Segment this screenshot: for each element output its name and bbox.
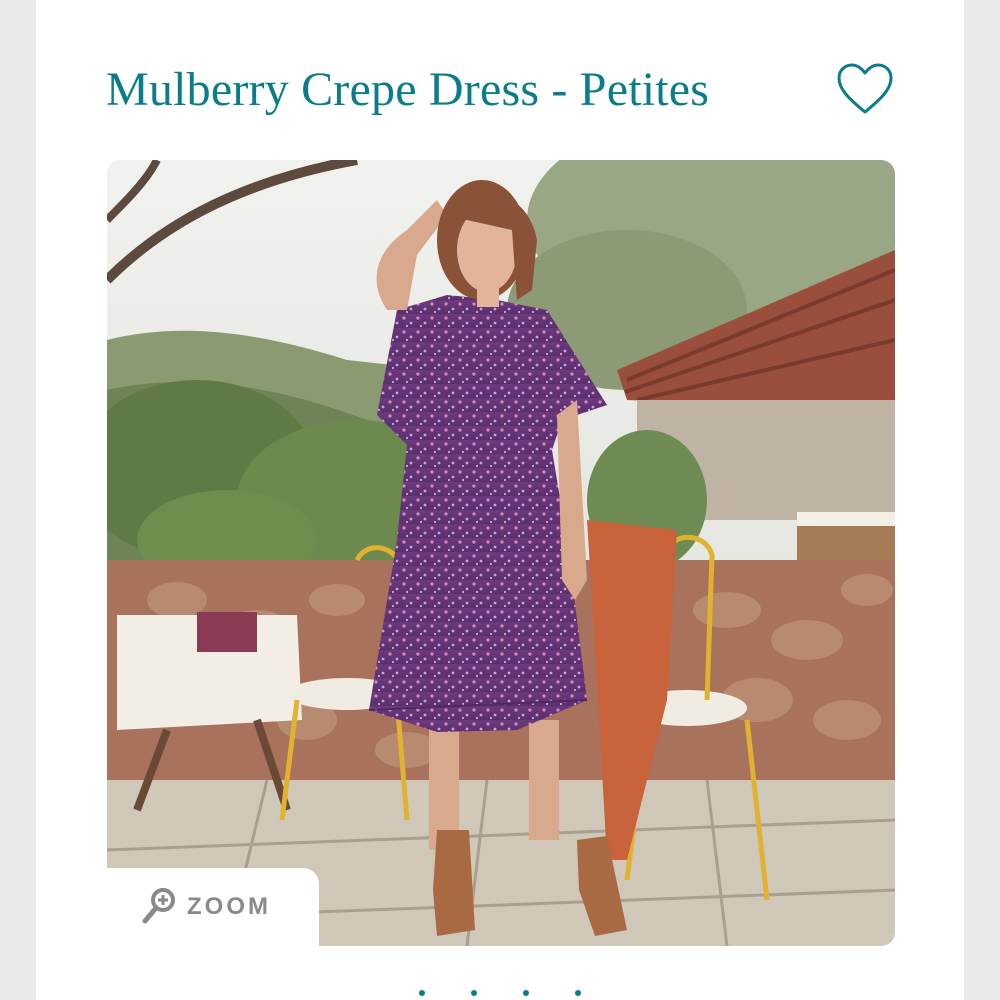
carousel-dot[interactable] [471,990,477,996]
carousel-dot[interactable] [419,990,425,996]
zoom-label: ZOOM [187,893,271,920]
carousel-dot[interactable] [575,990,581,996]
carousel-indicator [36,990,964,1000]
product-card: Mulberry Crepe Dress - Petites ZOOM [36,0,964,1000]
product-photo-scene [107,160,895,946]
heart-icon [837,63,893,114]
favorite-button[interactable] [836,62,894,118]
zoom-button[interactable]: ZOOM [107,868,319,946]
product-title: Mulberry Crepe Dress - Petites [106,63,710,116]
product-image[interactable] [107,160,895,946]
carousel-dot[interactable] [523,990,529,996]
zoom-icon [142,888,175,924]
